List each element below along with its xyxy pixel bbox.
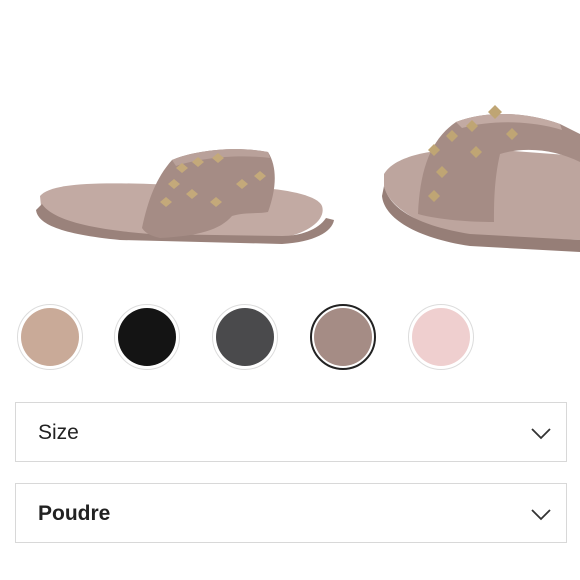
- chevron-down-icon: [531, 428, 551, 440]
- swatch-black[interactable]: [114, 304, 180, 370]
- swatch-dot: [118, 308, 176, 366]
- swatch-dot: [412, 308, 470, 366]
- size-select[interactable]: Size: [15, 402, 567, 462]
- swatch-light-pink[interactable]: [408, 304, 474, 370]
- swatch-poudre[interactable]: [310, 304, 376, 370]
- swatch-dot: [216, 308, 274, 366]
- product-image-side[interactable]: [36, 149, 334, 244]
- size-select-label: Size: [38, 421, 79, 444]
- color-select-label: Poudre: [38, 502, 111, 525]
- swatch-nude[interactable]: [17, 304, 83, 370]
- color-swatch-list: [0, 298, 580, 380]
- swatch-charcoal[interactable]: [212, 304, 278, 370]
- chevron-down-icon: [531, 509, 551, 521]
- product-image-angled[interactable]: [382, 105, 580, 252]
- product-image-gallery: [0, 0, 580, 290]
- swatch-dot: [314, 308, 372, 366]
- color-select[interactable]: Poudre: [15, 483, 567, 543]
- swatch-dot: [21, 308, 79, 366]
